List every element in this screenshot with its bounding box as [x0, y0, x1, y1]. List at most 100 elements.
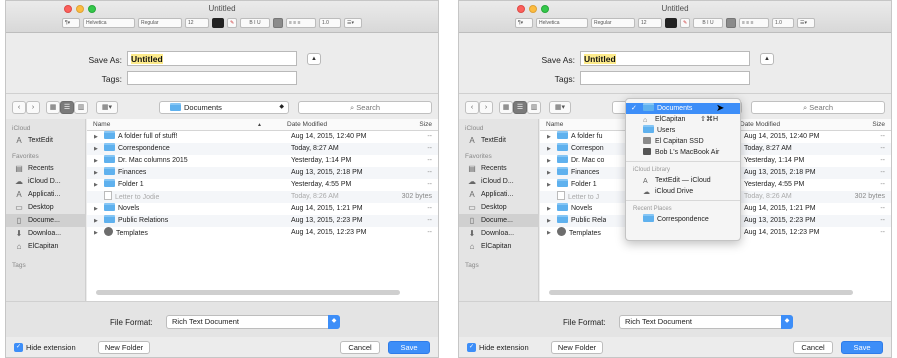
align-left-icon[interactable]	[726, 17, 736, 28]
column-view-icon[interactable]: ▥	[527, 101, 541, 114]
menu-item-macbook-air[interactable]: Bob L's MacBook Air	[626, 147, 740, 158]
new-folder-button[interactable]: New Folder	[98, 341, 150, 354]
disclosure-triangle-icon[interactable]: ▶	[94, 215, 98, 227]
style-buttons[interactable]: B I U	[240, 17, 270, 28]
font-size-popup[interactable]: 12	[185, 17, 209, 28]
forward-chevron-icon[interactable]: ›	[479, 101, 493, 114]
tags-field[interactable]	[127, 71, 297, 85]
align-left-icon[interactable]	[273, 17, 283, 28]
horizontal-scrollbar[interactable]	[549, 290, 853, 295]
style-buttons[interactable]: B I U	[693, 17, 723, 28]
arrange-menu-icon[interactable]: ▦▾	[549, 101, 571, 114]
menu-item-users[interactable]: Users	[626, 125, 740, 136]
list-style-icon[interactable]: ☰▾	[797, 17, 815, 28]
icon-view-icon[interactable]: ▦	[499, 101, 513, 114]
line-spacing-popup[interactable]: 1.0	[772, 17, 794, 28]
forward-chevron-icon[interactable]: ›	[26, 101, 40, 114]
cancel-button[interactable]: Cancel	[340, 341, 380, 354]
disclosure-triangle-icon[interactable]: ▶	[547, 227, 551, 239]
highlight-color-icon[interactable]: ✎	[680, 17, 690, 28]
location-popup[interactable]: Documents ◆	[159, 101, 289, 114]
font-weight-popup[interactable]: Regular	[591, 17, 635, 28]
text-color-swatch[interactable]	[665, 17, 677, 28]
paragraph-style-popup[interactable]: ¶▾	[62, 17, 80, 28]
sidebar-item-desktop[interactable]: ▭ Desktop	[459, 201, 538, 214]
column-header-name[interactable]: Name	[546, 119, 563, 131]
disclosure-triangle-icon[interactable]: ▶	[94, 155, 98, 167]
sidebar-item-icloud-drive[interactable]: ☁ iCloud D...	[459, 175, 538, 188]
sidebar-item-elcapitan[interactable]: ⌂ ElCapitan	[459, 240, 538, 253]
column-header-size[interactable]: Size	[872, 119, 885, 131]
column-header-size[interactable]: Size	[419, 119, 432, 131]
sidebar-item-icloud-drive[interactable]: ☁ iCloud D...	[6, 175, 85, 188]
list-view-icon[interactable]: ☰	[513, 101, 527, 114]
paragraph-style-popup[interactable]: ¶▾	[515, 17, 533, 28]
alignment-icons[interactable]: ≡ ≡ ≡	[286, 17, 316, 28]
font-popup[interactable]: Helvetica	[83, 17, 135, 28]
disclosure-triangle-icon[interactable]: ▶	[547, 155, 551, 167]
list-view-icon[interactable]: ☰	[60, 101, 74, 114]
search-input[interactable]: ⌕ Search	[298, 101, 432, 114]
menu-item-textedit-icloud[interactable]: A TextEdit — iCloud	[626, 175, 740, 186]
sidebar-item-downloads[interactable]: ⬇ Downloa...	[459, 227, 538, 240]
file-format-popup[interactable]: Rich Text Document ◆	[619, 315, 793, 329]
sidebar-item-documents[interactable]: ▯ Docume...	[6, 214, 85, 227]
table-row[interactable]: Letter to Jodie Today, 8:26 AM 302 bytes	[87, 191, 438, 203]
sidebar-item-textedit[interactable]: A TextEdit	[459, 134, 538, 147]
icon-view-icon[interactable]: ▦	[46, 101, 60, 114]
disclosure-triangle-icon[interactable]: ▶	[547, 167, 551, 179]
column-view-icon[interactable]: ▥	[74, 101, 88, 114]
filename-text[interactable]: Untitled	[584, 54, 616, 64]
sidebar-item-applications[interactable]: A Applicati...	[6, 188, 85, 201]
filename-text[interactable]: Untitled	[131, 54, 163, 64]
line-spacing-popup[interactable]: 1.0	[319, 17, 341, 28]
table-row[interactable]: ▶ A folder full of stuff! Aug 14, 2015, 12…	[87, 131, 438, 143]
save-button[interactable]: Save	[388, 341, 430, 354]
highlight-color-icon[interactable]: ✎	[227, 17, 237, 28]
menu-item-elcapitan[interactable]: ⌂ ElCapitan ⇧⌘H	[626, 114, 740, 125]
disclosure-triangle-icon[interactable]: ▶	[94, 167, 98, 179]
sidebar-item-applications[interactable]: A Applicati...	[459, 188, 538, 201]
disclosure-triangle-icon[interactable]: ▶	[547, 131, 551, 143]
collapse-chevron-icon[interactable]: ▲	[760, 53, 774, 65]
disclosure-triangle-icon[interactable]: ▶	[94, 143, 98, 155]
font-size-popup[interactable]: 12	[638, 17, 662, 28]
cancel-button[interactable]: Cancel	[793, 341, 833, 354]
table-row[interactable]: ▶ Public Relations Aug 13, 2015, 2:23 PM --	[87, 215, 438, 227]
search-input[interactable]: ⌕ Search	[751, 101, 885, 114]
hide-extension-checkbox[interactable]: ✓	[14, 343, 23, 352]
font-popup[interactable]: Helvetica	[536, 17, 588, 28]
filename-field[interactable]: Untitled	[580, 51, 750, 66]
sidebar-item-desktop[interactable]: ▭ Desktop	[6, 201, 85, 214]
table-row[interactable]: ▶ Correspondence Today, 8:27 AM --	[87, 143, 438, 155]
arrange-menu-icon[interactable]: ▦▾	[96, 101, 118, 114]
disclosure-triangle-icon[interactable]: ▶	[94, 227, 98, 239]
disclosure-triangle-icon[interactable]: ▶	[547, 215, 551, 227]
list-style-icon[interactable]: ☰▾	[344, 17, 362, 28]
disclosure-triangle-icon[interactable]: ▶	[94, 203, 98, 215]
tags-field[interactable]	[580, 71, 750, 85]
sidebar-item-elcapitan[interactable]: ⌂ ElCapitan	[6, 240, 85, 253]
menu-item-icloud-drive[interactable]: ☁ iCloud Drive	[626, 186, 740, 197]
back-chevron-icon[interactable]: ‹	[465, 101, 479, 114]
disclosure-triangle-icon[interactable]: ▶	[547, 203, 551, 215]
font-weight-popup[interactable]: Regular	[138, 17, 182, 28]
table-row[interactable]: ▶ Folder 1 Yesterday, 4:55 PM --	[87, 179, 438, 191]
sidebar-item-recents[interactable]: ▤ Recents	[459, 162, 538, 175]
filename-field[interactable]: Untitled	[127, 51, 297, 66]
column-header-date[interactable]: Date Modified	[740, 119, 780, 131]
disclosure-triangle-icon[interactable]: ▶	[94, 131, 98, 143]
menu-item-el-capitan-ssd[interactable]: El Capitan SSD	[626, 136, 740, 147]
column-header-date[interactable]: Date Modified	[287, 119, 327, 131]
table-row[interactable]: ▶ Dr. Mac columns 2015 Yesterday, 1:14 PM -…	[87, 155, 438, 167]
sidebar-item-documents[interactable]: ▯ Docume...	[459, 214, 538, 227]
back-chevron-icon[interactable]: ‹	[12, 101, 26, 114]
table-row[interactable]: ▶ Finances Aug 13, 2015, 2:18 PM --	[87, 167, 438, 179]
collapse-chevron-icon[interactable]: ▲	[307, 53, 321, 65]
sidebar-item-downloads[interactable]: ⬇ Downloa...	[6, 227, 85, 240]
save-button[interactable]: Save	[841, 341, 883, 354]
column-header-name[interactable]: Name	[93, 119, 110, 131]
menu-item-correspondence[interactable]: Correspondence	[626, 214, 740, 225]
sidebar-item-textedit[interactable]: A TextEdit	[6, 134, 85, 147]
table-row[interactable]: ▶ Novels Aug 14, 2015, 1:21 PM --	[87, 203, 438, 215]
